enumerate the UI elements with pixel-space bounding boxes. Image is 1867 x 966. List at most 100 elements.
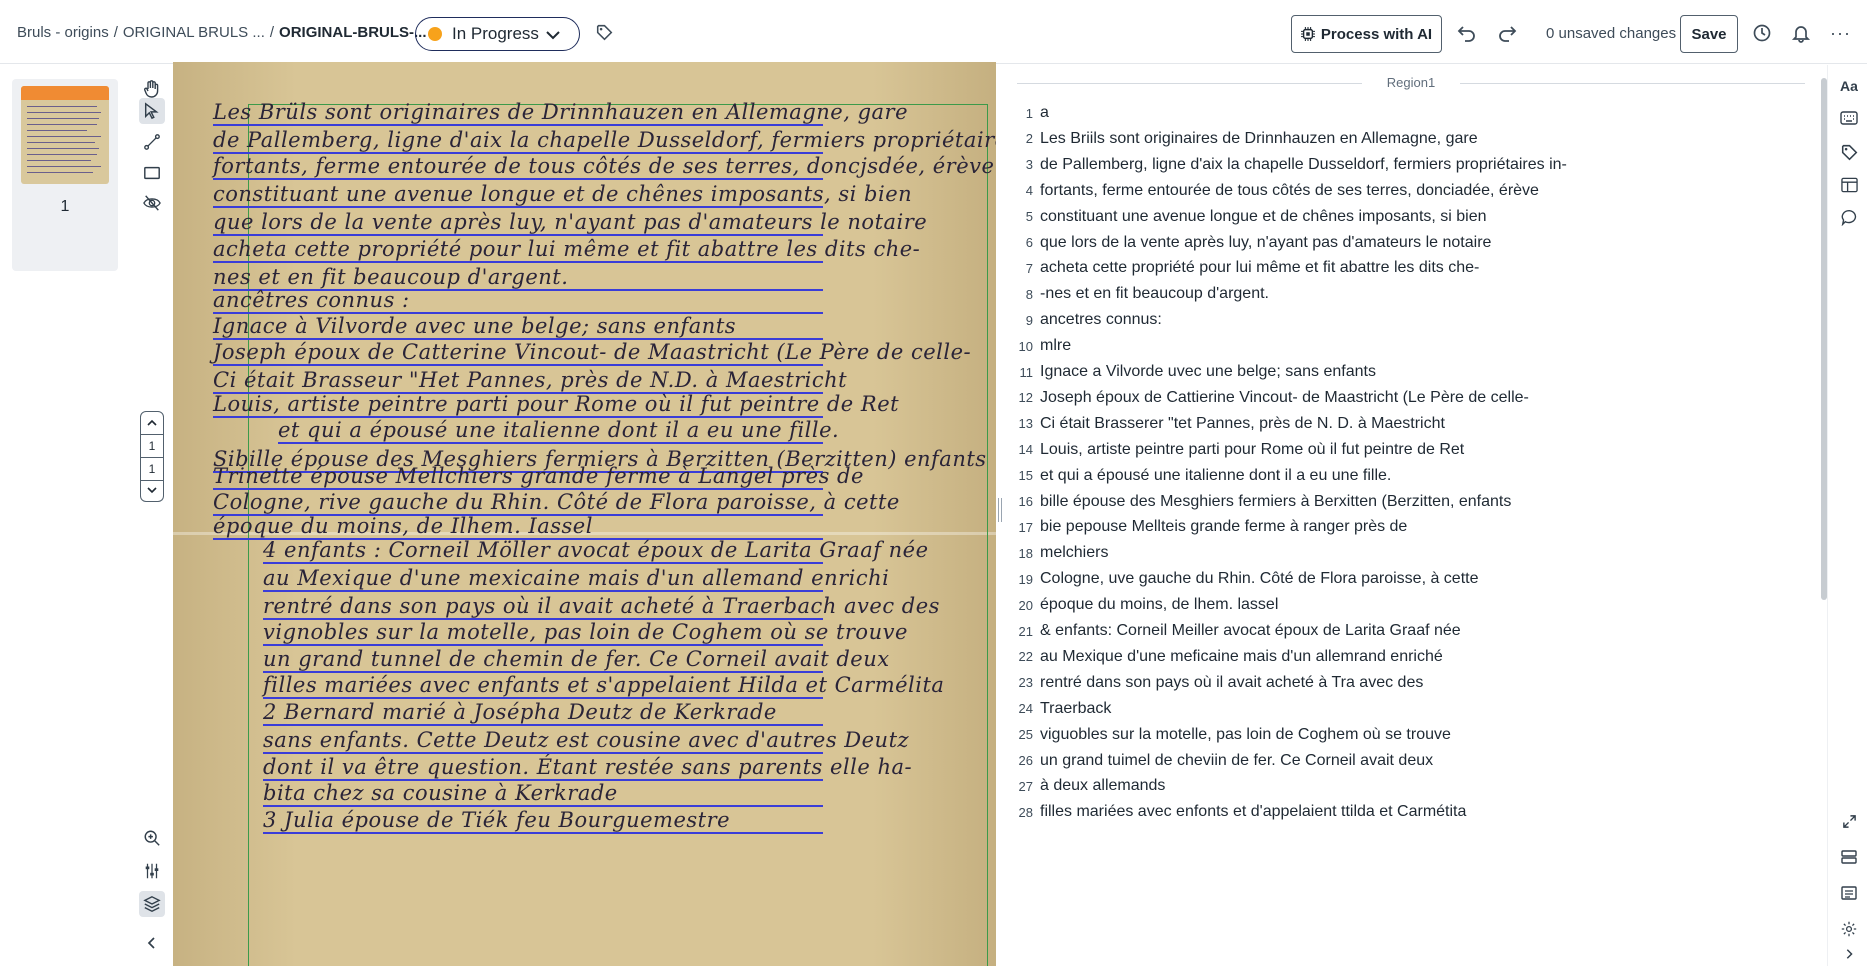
transcription-line[interactable]: 24 Traerback: [1002, 696, 1820, 722]
transcription-line[interactable]: 9 ancetres connus:: [1002, 307, 1820, 333]
tag-icon[interactable]: [1838, 141, 1860, 163]
line-text[interactable]: époque du moins, de lhem. lassel: [1040, 596, 1278, 614]
undo-icon[interactable]: [1457, 23, 1477, 43]
transcription-line[interactable]: 4 fortants, ferme entourée de tous côtés …: [1002, 178, 1820, 204]
collapse-panel-button[interactable]: [139, 930, 165, 956]
redo-icon[interactable]: [1497, 23, 1517, 43]
region-tool[interactable]: [139, 160, 165, 186]
baseline[interactable]: [213, 124, 823, 126]
line-text[interactable]: Ci était Brasserer "tet Pannes, près de …: [1040, 415, 1445, 433]
line-text[interactable]: un grand tuimel de cheviin de fer. Ce Co…: [1040, 752, 1433, 770]
baseline[interactable]: [213, 234, 823, 236]
baseline[interactable]: [263, 644, 823, 646]
transcription-line[interactable]: 1a: [1002, 100, 1820, 126]
line-text[interactable]: Traerback: [1040, 700, 1111, 718]
transcription-line[interactable]: 17 bie pepouse Mellteis grande ferme à ra…: [1002, 514, 1820, 540]
line-text[interactable]: Cologne, uve gauche du Rhin. Côté de Flo…: [1040, 570, 1479, 588]
line-text[interactable]: Les Briils sont originaires de Drinnhauz…: [1040, 130, 1478, 148]
transcription-line[interactable]: 5 constituant une avenue longue et de chê…: [1002, 204, 1820, 230]
more-options-icon[interactable]: ···: [1830, 23, 1851, 44]
chevron-right-icon[interactable]: [1838, 943, 1860, 965]
line-text[interactable]: bie pepouse Mellteis grande ferme à rang…: [1040, 518, 1407, 536]
transcription-line[interactable]: 11 Ignace a Vilvorde uvec une belge; sans…: [1002, 359, 1820, 385]
line-text[interactable]: filles mariées avec enfonts et d'appelai…: [1040, 803, 1466, 821]
toggle-visibility-tool[interactable]: [139, 190, 165, 216]
line-text[interactable]: fortants, ferme entourée de tous côtés d…: [1040, 182, 1539, 200]
baseline[interactable]: [263, 752, 823, 754]
document-canvas[interactable]: Les Brüls sont originaires de Drinnhauze…: [173, 62, 996, 966]
adjustments-tool[interactable]: [139, 858, 165, 884]
layers-tool[interactable]: [139, 891, 165, 917]
baseline[interactable]: [263, 590, 823, 592]
transcription-line[interactable]: 3 de Pallemberg, ligne d'aix la chapelle …: [1002, 152, 1820, 178]
transcription-line[interactable]: 7 acheta cette propriété pour lui même et…: [1002, 255, 1820, 281]
line-text[interactable]: ancetres connus:: [1040, 311, 1162, 329]
comment-icon[interactable]: [1838, 206, 1860, 228]
transcription-line[interactable]: 14 Louis, artiste peintre parti pour Rome…: [1002, 437, 1820, 463]
line-text[interactable]: melchiers: [1040, 544, 1108, 562]
transcription-line[interactable]: 25 viguobles sur la motelle, pas loin de …: [1002, 722, 1820, 748]
line-text[interactable]: de Pallemberg, ligne d'aix la chapelle D…: [1040, 156, 1567, 174]
line-text[interactable]: constituant une avenue longue et de chên…: [1040, 208, 1487, 226]
line-text[interactable]: que lors de la vente après luy, n'ayant …: [1040, 234, 1491, 252]
line-text[interactable]: au Mexique d'une meficaine mais d'un all…: [1040, 648, 1443, 666]
line-text[interactable]: bille épouse des Mesghiers fermiers à Be…: [1040, 493, 1511, 511]
line-text[interactable]: à deux allemands: [1040, 777, 1165, 795]
baseline[interactable]: [213, 206, 823, 208]
breadcrumb-project[interactable]: Bruls - origins: [17, 24, 109, 41]
line-text[interactable]: et qui a épousé une italienne dont il a …: [1040, 467, 1391, 485]
page-up-button[interactable]: [140, 411, 164, 435]
baseline-tool[interactable]: [139, 129, 165, 155]
document-lines-icon[interactable]: [1838, 882, 1860, 904]
line-text[interactable]: viguobles sur la motelle, pas loin de Co…: [1040, 726, 1451, 744]
transcription-line[interactable]: 15 et qui a épousé une italienne dont il …: [1002, 463, 1820, 489]
bell-icon[interactable]: [1791, 23, 1811, 43]
transcription-line[interactable]: 21 & enfants: Corneil Meiller avocat épou…: [1002, 618, 1820, 644]
page-down-button[interactable]: [140, 478, 164, 502]
transcription-line[interactable]: 2 Les Briils sont originaires de Drinnhau…: [1002, 126, 1820, 152]
keyboard-icon[interactable]: [1838, 107, 1860, 129]
line-text[interactable]: Louis, artiste peintre parti pour Rome o…: [1040, 441, 1464, 459]
transcription-line[interactable]: 19 Cologne, uve gauche du Rhin. Côté de F…: [1002, 566, 1820, 592]
select-tool[interactable]: [139, 98, 165, 124]
process-with-ai-button[interactable]: Process with AI: [1291, 15, 1442, 53]
transcription-line[interactable]: 13 Ci était Brasserer "tet Pannes, près d…: [1002, 411, 1820, 437]
status-dropdown[interactable]: In Progress: [415, 17, 580, 51]
transcription-line[interactable]: 28 filles mariées avec enfonts et d'appel…: [1002, 799, 1820, 825]
page-thumbnail[interactable]: 1: [12, 79, 118, 271]
baseline[interactable]: [263, 697, 823, 699]
line-text[interactable]: Joseph époux de Cattierine Vincout- de M…: [1040, 389, 1529, 407]
baseline[interactable]: [263, 832, 823, 834]
baseline[interactable]: [263, 724, 823, 726]
transcription-line[interactable]: 18 melchiers: [1002, 540, 1820, 566]
font-settings-icon[interactable]: Aa: [1838, 75, 1860, 97]
baseline[interactable]: [213, 261, 823, 263]
transcription-line[interactable]: 10 mlre: [1002, 333, 1820, 359]
history-icon[interactable]: [1752, 23, 1772, 43]
save-button[interactable]: Save: [1680, 15, 1738, 53]
table-icon[interactable]: [1838, 174, 1860, 196]
transcription-line[interactable]: 22 au Mexique d'une meficaine mais d'un a…: [1002, 644, 1820, 670]
transcription-line[interactable]: 20 époque du moins, de lhem. lassel: [1002, 592, 1820, 618]
transcription-line[interactable]: 12 Joseph époux de Cattierine Vincout- de…: [1002, 385, 1820, 411]
baseline[interactable]: [263, 805, 823, 807]
transcription-line[interactable]: 16 bille épouse des Mesghiers fermiers à …: [1002, 489, 1820, 515]
transcription-line[interactable]: 26 un grand tuimel de cheviin de fer. Ce …: [1002, 748, 1820, 774]
transcription-line[interactable]: 23 rentré dans son pays où il avait achet…: [1002, 670, 1820, 696]
baseline[interactable]: [213, 178, 823, 180]
zoom-in-tool[interactable]: [139, 825, 165, 851]
line-text[interactable]: acheta cette propriété pour lui même et …: [1040, 259, 1479, 277]
line-text[interactable]: mlre: [1040, 337, 1071, 355]
transcription-line[interactable]: 27 à deux allemands: [1002, 773, 1820, 799]
baseline[interactable]: [263, 562, 823, 564]
tag-icon[interactable]: [596, 24, 613, 41]
line-text[interactable]: & enfants: Corneil Meiller avocat époux …: [1040, 622, 1461, 640]
transcription-line[interactable]: 8 -nes et en fit beaucoup d'argent.: [1002, 281, 1820, 307]
line-text[interactable]: rentré dans son pays où il avait acheté …: [1040, 674, 1423, 692]
line-text[interactable]: Ignace a Vilvorde uvec une belge; sans e…: [1040, 363, 1376, 381]
expand-icon[interactable]: [1838, 810, 1860, 832]
baseline[interactable]: [278, 442, 823, 444]
baseline[interactable]: [213, 364, 823, 366]
line-text[interactable]: -nes et en fit beaucoup d'argent.: [1040, 285, 1269, 303]
transcription-line[interactable]: 6 que lors de la vente après luy, n'ayant…: [1002, 230, 1820, 256]
